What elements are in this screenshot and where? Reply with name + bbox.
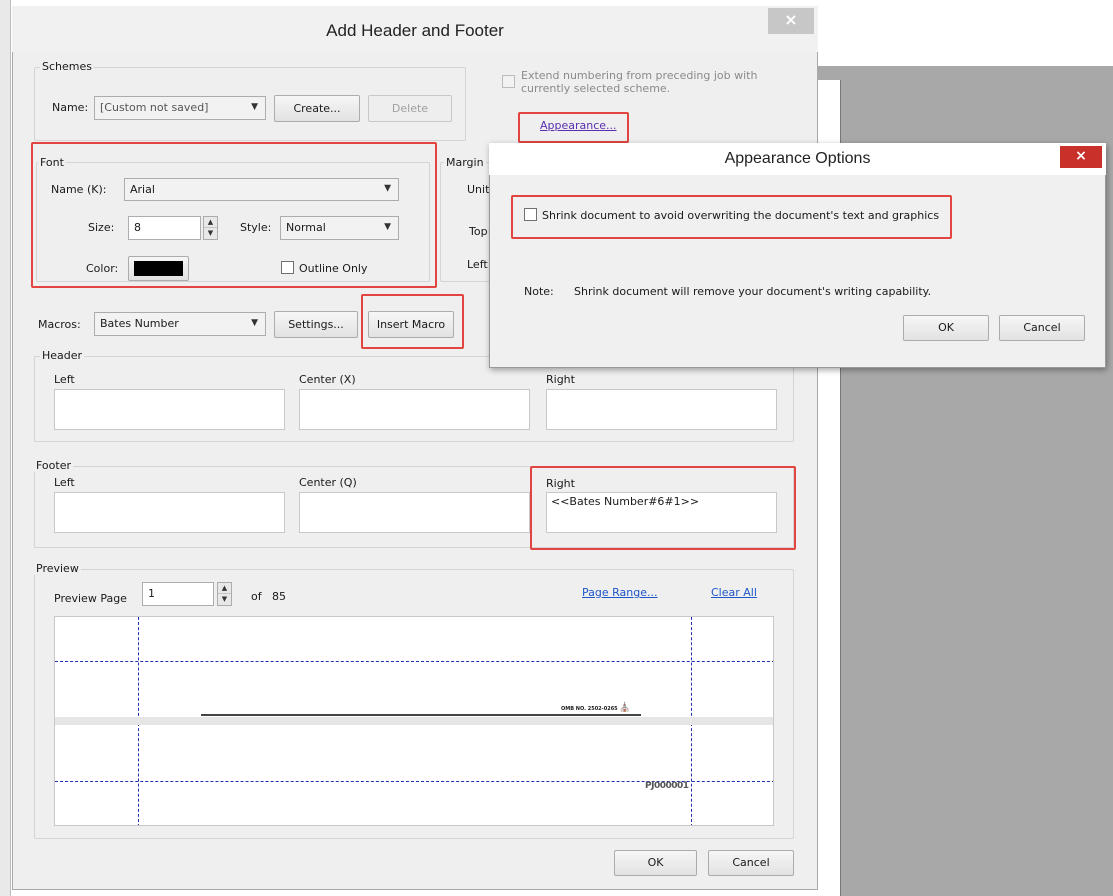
font-highlight <box>31 142 437 288</box>
header-center-textbox[interactable] <box>299 389 530 430</box>
macros-label: Macros: <box>38 318 81 331</box>
preview-page-label: Preview Page <box>54 592 127 605</box>
macros-select[interactable]: Bates Number ▼ <box>94 312 266 336</box>
create-scheme-button[interactable]: Create... <box>274 95 360 122</box>
preview-total-pages: 85 <box>272 590 286 603</box>
macro-settings-button[interactable]: Settings... <box>274 311 358 338</box>
scheme-name-select[interactable]: [Custom not saved] ▼ <box>94 96 266 120</box>
preview-page-break <box>55 717 773 725</box>
header-right-textbox[interactable] <box>546 389 777 430</box>
preview-header-text: OMB NO. 2502-0265 ⛪ <box>561 703 631 713</box>
header-group-label: Header <box>40 349 85 362</box>
extend-numbering-checkbox[interactable] <box>502 75 515 88</box>
close-icon: × <box>1075 148 1087 164</box>
spin-up-icon[interactable]: ▲ <box>218 583 231 594</box>
schemes-group-label: Schemes <box>40 60 94 73</box>
preview-page-stepper[interactable]: ▲ ▼ <box>217 582 232 606</box>
chevron-down-icon: ▼ <box>251 317 258 328</box>
footer-left-label: Left <box>54 476 75 489</box>
shrink-document-highlight <box>511 195 952 239</box>
scheme-name-value: [Custom not saved] <box>100 101 209 114</box>
appearance-note-text: Shrink document will remove your documen… <box>574 285 932 298</box>
macros-value: Bates Number <box>100 317 179 330</box>
background-left-panel <box>0 0 11 896</box>
preview-top-margin-guide <box>55 661 773 662</box>
house-icon: ⛪ <box>619 703 631 713</box>
footer-group-label: Footer <box>34 459 73 472</box>
footer-left-textbox[interactable] <box>54 492 285 533</box>
appearance-ok-button[interactable]: OK <box>903 315 989 341</box>
page-range-link[interactable]: Page Range... <box>582 586 657 599</box>
cancel-button[interactable]: Cancel <box>708 850 794 876</box>
margin-group-label: Margin <box>444 156 486 169</box>
preview-page-input[interactable]: 1 <box>142 582 214 606</box>
spin-down-icon[interactable]: ▼ <box>218 594 231 605</box>
footer-center-label: Center (Q) <box>299 476 357 489</box>
margin-left-label: Left: <box>467 258 492 271</box>
dialog-title: Add Header and Footer <box>12 6 818 52</box>
extend-numbering-line2: currently selected scheme. <box>521 82 671 95</box>
appearance-cancel-button[interactable]: Cancel <box>999 315 1085 341</box>
delete-scheme-button[interactable]: Delete <box>368 95 452 122</box>
scheme-name-label: Name: <box>52 101 89 114</box>
extend-numbering-line1: Extend numbering from preceding job with <box>521 69 758 82</box>
header-right-label: Right <box>546 373 575 386</box>
footer-center-textbox[interactable] <box>299 492 530 533</box>
dialog-close-button[interactable]: × <box>768 8 814 34</box>
chevron-down-icon: ▼ <box>251 101 258 112</box>
appearance-dialog-title: Appearance Options <box>489 143 1106 175</box>
preview-header-label: OMB NO. 2502-0265 <box>561 706 618 712</box>
extend-numbering-label: Extend numbering from preceding job with… <box>521 69 757 95</box>
ok-button[interactable]: OK <box>614 850 697 876</box>
preview-pane: OMB NO. 2502-0265 ⛪ PJ000001 <box>54 616 774 826</box>
insert-macro-highlight <box>361 294 464 349</box>
appearance-highlight <box>518 112 629 143</box>
footer-right-highlight <box>530 466 796 550</box>
header-left-textbox[interactable] <box>54 389 285 430</box>
header-left-label: Left <box>54 373 75 386</box>
header-center-label: Center (X) <box>299 373 356 386</box>
margin-top-label: Top: <box>469 225 492 238</box>
preview-document-line <box>201 714 641 716</box>
appearance-close-button[interactable]: × <box>1060 146 1102 168</box>
close-icon: × <box>784 10 798 29</box>
preview-group-label: Preview <box>34 562 81 575</box>
clear-all-link[interactable]: Clear All <box>711 586 757 599</box>
appearance-note-label: Note: <box>524 285 554 298</box>
preview-footer-text: PJ000001 <box>645 781 689 791</box>
preview-of-label: of <box>251 590 262 603</box>
